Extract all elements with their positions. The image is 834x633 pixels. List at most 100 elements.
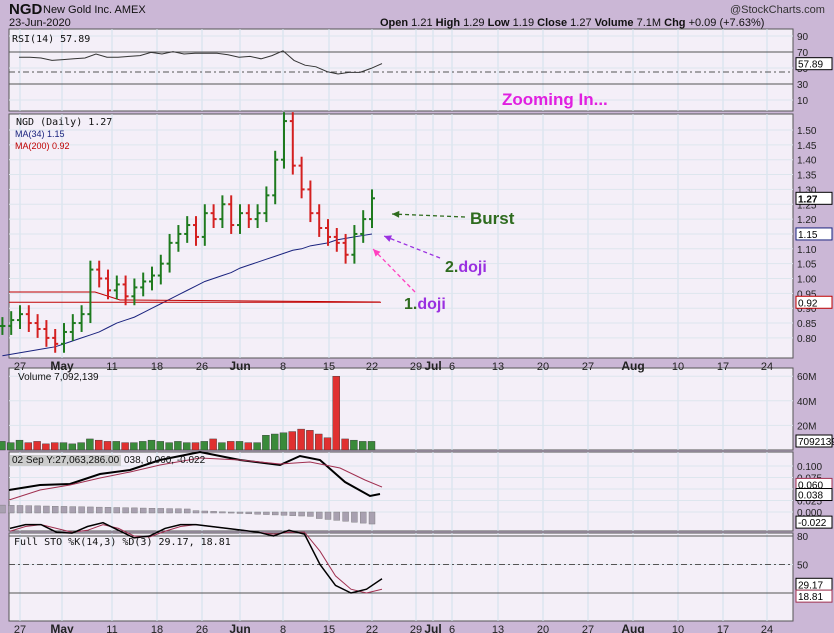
value-tag-text: 0.92 xyxy=(798,298,818,309)
quote-key: Close xyxy=(537,17,571,29)
x-tick: 11 xyxy=(106,624,117,633)
macd-histogram-bar xyxy=(254,511,261,515)
x-tick: 6 xyxy=(449,624,455,633)
macd-histogram-bar xyxy=(175,508,182,514)
x-tick: 24 xyxy=(761,361,773,373)
volume-bar xyxy=(323,437,332,451)
y-tick: 20M xyxy=(797,421,816,432)
volume-bar xyxy=(288,431,296,451)
macd-histogram-bar xyxy=(7,505,15,514)
macd-histogram-bar xyxy=(139,507,147,514)
x-tick: 18 xyxy=(151,361,163,373)
macd-histogram-bar xyxy=(69,506,77,514)
macd-histogram-bar xyxy=(148,508,156,514)
x-tick: 15 xyxy=(323,624,335,633)
quote-key: Low xyxy=(487,17,513,29)
volume-bar xyxy=(165,442,173,451)
volume-bar xyxy=(68,443,77,451)
macd-histogram-bar xyxy=(324,511,332,520)
macd-histogram-bar xyxy=(87,506,94,514)
volume-bar xyxy=(86,438,94,451)
value-tag-text: 1.15 xyxy=(798,230,818,241)
stock-chart: 27 27 May May 11 11 18 18 26 26 Jun Jun 8 8 15 15 22 22 29… xyxy=(0,0,834,633)
volume-bar xyxy=(77,442,85,451)
y-tick: 1.10 xyxy=(797,245,817,256)
macd-histogram-bar xyxy=(236,511,244,514)
macd-histogram-bar xyxy=(360,511,367,524)
macd-histogram-bar xyxy=(60,506,68,514)
y-tick: 0.100 xyxy=(797,462,822,473)
volume-bar xyxy=(130,442,138,451)
value-tag-text: -0.022 xyxy=(798,518,827,529)
volume-bar xyxy=(332,376,340,451)
y-tick: 50 xyxy=(797,561,809,572)
volume-bar xyxy=(350,439,358,451)
macd-histogram-bar xyxy=(219,511,226,514)
quote-key: Volume xyxy=(594,17,637,29)
volume-bar xyxy=(112,441,121,451)
macd-histogram-bar xyxy=(342,511,349,522)
volume-bar xyxy=(253,442,261,451)
macd-histogram-bar xyxy=(43,505,50,514)
volume-bar xyxy=(6,442,15,451)
x-tick: 27 xyxy=(14,624,26,633)
x-tick: 29 xyxy=(410,624,422,633)
y-tick: 1.00 xyxy=(797,275,817,286)
x-tick: Aug xyxy=(621,359,644,373)
rsi-label: RSI(14) 57.89 xyxy=(12,34,91,45)
macd-histogram-bar xyxy=(210,511,217,514)
volume-bar xyxy=(200,441,209,451)
quote-value: 1.19 xyxy=(512,17,538,29)
x-tick: 15 xyxy=(323,361,335,373)
price-legend: NGD (Daily) 1.27 xyxy=(16,117,113,128)
macd-histogram-bar xyxy=(227,511,235,514)
volume-bar xyxy=(156,441,165,451)
macd-histogram-bar xyxy=(263,511,270,515)
volume-bar xyxy=(24,442,32,451)
y-tick: 60M xyxy=(797,372,816,383)
macd-histogram-bar xyxy=(192,510,200,514)
panel-1 xyxy=(8,113,794,359)
annotation-zooming-in: Zooming In... xyxy=(502,90,608,109)
volume-bar xyxy=(182,442,191,451)
quote-bar: Open 1.21 High 1.29 Low 1.19 Close 1.27 … xyxy=(380,17,764,29)
x-tick: 29 xyxy=(410,361,422,373)
volume-bar xyxy=(15,439,24,451)
x-tick: Jun xyxy=(229,622,250,633)
y-tick: 1.50 xyxy=(797,126,817,137)
x-tick: 8 xyxy=(280,624,286,633)
macd-histogram-bar xyxy=(25,505,32,514)
x-tick: 8 xyxy=(280,361,286,373)
doji-2-number: 2. xyxy=(445,259,459,276)
volume-bar xyxy=(341,438,349,451)
doji-1-number: 1. xyxy=(404,296,418,313)
volume-bar xyxy=(94,439,103,451)
date: 23-Jun-2020 xyxy=(9,17,71,29)
macd-histogram-bar xyxy=(78,506,85,514)
volume-bar xyxy=(271,433,279,451)
y-tick: 80 xyxy=(797,532,809,543)
quote-value: 1.29 xyxy=(463,17,488,29)
x-tick: Jul xyxy=(424,622,441,633)
x-tick: May xyxy=(50,622,74,633)
x-tick: 27 xyxy=(582,361,594,373)
volume-bar xyxy=(297,428,305,451)
macd-histogram-bar xyxy=(316,511,323,519)
macd-histogram-bar xyxy=(157,508,165,514)
x-tick: 6 xyxy=(449,361,455,373)
quote-key: Open xyxy=(380,17,412,29)
x-tick: 27 xyxy=(582,624,594,633)
volume-bar xyxy=(209,438,217,451)
volume-bar xyxy=(226,441,235,451)
x-tick: 13 xyxy=(492,361,504,373)
value-tag-text: 7092139 xyxy=(798,437,834,448)
macd-histogram-bar xyxy=(333,511,340,521)
y-tick: 10 xyxy=(797,96,809,107)
x-tick: 26 xyxy=(196,624,208,633)
macd-histogram-bar xyxy=(307,511,314,517)
quote-value: 1.21 xyxy=(411,17,436,29)
value-tag-text: 1.27 xyxy=(798,194,818,205)
y-tick: 40M xyxy=(797,397,816,408)
macd-histogram-bar xyxy=(245,511,253,515)
x-tick: 22 xyxy=(366,361,378,373)
